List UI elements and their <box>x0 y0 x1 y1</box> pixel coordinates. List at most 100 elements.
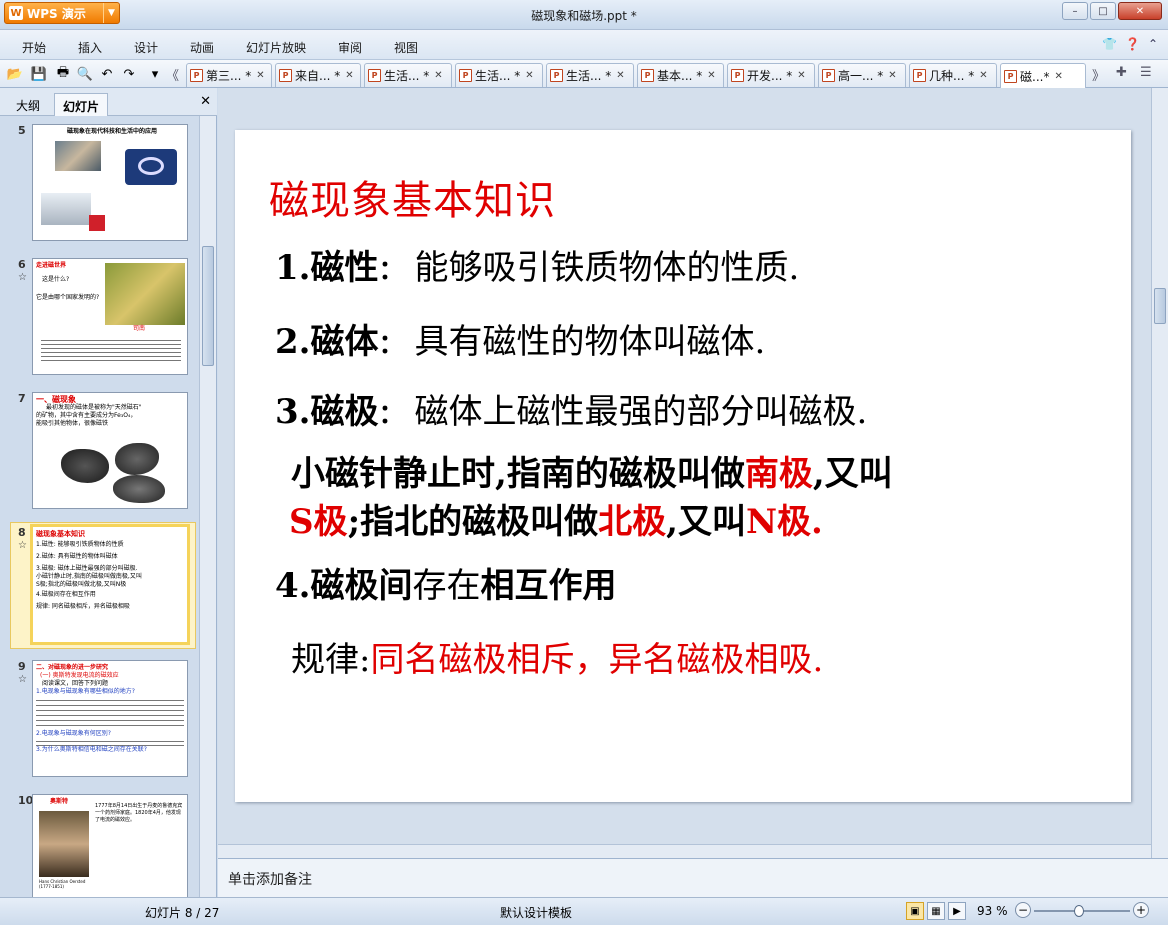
thumb-photo <box>41 193 91 225</box>
point-1[interactable]: 1.磁性： 能够吸引铁质物体的性质. <box>275 240 799 289</box>
customize-toolbar-icon[interactable]: ▾ <box>146 65 164 83</box>
zoom-out-icon[interactable]: − <box>1015 902 1031 918</box>
slide-sorter-view-icon[interactable]: ▦ <box>927 902 945 920</box>
minimize-button[interactable]: – <box>1062 2 1088 20</box>
thumb-caption: Hans Christian Oersted (1777-1851) <box>39 879 86 889</box>
colon: ： <box>378 330 405 360</box>
help-icon[interactable]: ❓ <box>1125 37 1140 51</box>
slide-title[interactable]: 磁现象基本知识 <box>269 168 556 226</box>
thumb-caption: 司南 <box>133 325 146 332</box>
thumb-title: 磁现象基本知识 <box>36 530 85 538</box>
tab-slides[interactable]: 幻灯片 <box>54 93 109 116</box>
open-folder-icon[interactable]: 📂 <box>6 65 24 83</box>
close-tab-icon[interactable]: ✕ <box>979 70 987 81</box>
redo-icon[interactable]: ↷ <box>120 65 138 83</box>
tab-document-1[interactable]: P 第三... * ✕ <box>186 63 272 87</box>
horizontal-scrollbar[interactable] <box>218 844 1151 858</box>
slide-number: 6 <box>18 258 26 271</box>
menu-bar: 开始 插入 设计 动画 幻灯片放映 审阅 视图 👕 ❓ ⌃ <box>0 30 1168 60</box>
text: ;指北的磁极叫做 <box>347 502 599 542</box>
zoom-in-icon[interactable]: + <box>1133 902 1149 918</box>
thumb-text: 阅读课文，回答下列问题 <box>42 680 109 687</box>
ppt-file-icon: P <box>1004 69 1017 83</box>
tab-label: 开发... * <box>747 69 793 83</box>
skin-icon[interactable]: 👕 <box>1102 37 1117 51</box>
tab-scroll-left-icon[interactable]: 《 <box>166 65 179 84</box>
close-tab-icon[interactable]: ✕ <box>434 70 442 81</box>
close-tab-icon[interactable]: ✕ <box>525 70 533 81</box>
scrollbar-thumb[interactable] <box>1154 288 1166 324</box>
save-icon[interactable]: 💾 <box>30 65 48 83</box>
close-tab-icon[interactable]: ✕ <box>797 70 805 81</box>
rule-line[interactable]: 规律:同名磁极相斥，异名磁极相吸. <box>291 632 823 681</box>
point-2[interactable]: 2.磁体： 具有磁性的物体叫磁体. <box>275 314 765 363</box>
thumbnail-scrollbar[interactable] <box>199 116 216 897</box>
menu-item-design[interactable]: 设计 <box>134 39 158 56</box>
tab-document-8[interactable]: P 高一... * ✕ <box>818 63 906 87</box>
n-pole-text: N极. <box>745 502 823 542</box>
close-tab-icon[interactable]: ✕ <box>616 70 624 81</box>
close-tab-icon[interactable]: ✕ <box>345 70 353 81</box>
tab-document-2[interactable]: P 来自... * ✕ <box>275 63 361 87</box>
print-preview-icon[interactable]: 🔍 <box>76 65 94 83</box>
normal-view-icon[interactable]: ▣ <box>906 902 924 920</box>
thumb-photo <box>113 475 165 503</box>
tab-scroll-right-icon[interactable]: 》 <box>1092 65 1105 84</box>
menu-item-start[interactable]: 开始 <box>22 39 46 56</box>
tab-document-4[interactable]: P 生活... * ✕ <box>455 63 543 87</box>
menu-item-insert[interactable]: 插入 <box>78 39 102 56</box>
thumb-text: 1777年8月14日出生于丹麦的鲁德克宾一个药剂师家庭。1820年4月，他发现了… <box>95 803 183 823</box>
tab-document-7[interactable]: P 开发... * ✕ <box>727 63 815 87</box>
vertical-scrollbar[interactable] <box>1151 88 1168 858</box>
zoom-level[interactable]: 93 % <box>977 904 1008 918</box>
compass-line-1[interactable]: 小磁针静止时,指南的磁极叫做南极,又叫 <box>291 446 893 495</box>
compass-line-2[interactable]: S极;指北的磁极叫做北极,又叫N极. <box>289 494 823 543</box>
tab-document-3[interactable]: P 生活... * ✕ <box>364 63 452 87</box>
scrollbar-thumb[interactable] <box>202 246 214 366</box>
tab-list-icon[interactable]: ☰ <box>1140 65 1152 80</box>
close-tab-icon[interactable]: ✕ <box>888 70 896 81</box>
close-tab-icon[interactable]: ✕ <box>707 70 715 81</box>
tab-outline[interactable]: 大纲 <box>8 93 48 116</box>
zoom-slider-knob[interactable] <box>1073 905 1084 917</box>
slide-counter: 幻灯片 8 / 27 <box>145 906 220 920</box>
notes-placeholder: 单击添加备注 <box>228 872 312 888</box>
close-panel-icon[interactable]: ✕ <box>200 94 211 109</box>
ppt-file-icon: P <box>731 69 744 82</box>
tab-document-5[interactable]: P 生活... * ✕ <box>546 63 634 87</box>
text: ,又叫 <box>666 502 746 542</box>
close-tab-icon[interactable]: ✕ <box>256 70 264 81</box>
thumb-photo <box>115 443 159 475</box>
zoom-slider[interactable] <box>1034 905 1130 917</box>
slide-number: 8 <box>18 526 26 539</box>
close-tab-icon[interactable]: ✕ <box>1054 71 1062 82</box>
undo-icon[interactable]: ↶ <box>98 65 116 83</box>
point-4[interactable]: 4.磁极间存在相互作用 <box>275 558 617 607</box>
thumb-text: S极;指北的磁极叫做北极,又叫N极 <box>36 581 127 588</box>
menu-item-view[interactable]: 视图 <box>394 39 418 56</box>
close-button[interactable]: ✕ <box>1118 2 1162 20</box>
menu-item-animation[interactable]: 动画 <box>190 39 214 56</box>
slide-canvas[interactable]: 磁现象基本知识 1.磁性： 能够吸引铁质物体的性质. 2.磁体： 具有磁性的物体叫磁… <box>235 130 1131 802</box>
maximize-button[interactable]: □ <box>1090 2 1116 20</box>
print-icon[interactable]: 🖶 <box>54 65 72 83</box>
template-name[interactable]: 默认设计模板 <box>500 904 572 921</box>
notes-pane[interactable]: 单击添加备注 <box>218 858 1168 897</box>
new-tab-icon[interactable]: ✚ <box>1116 65 1127 80</box>
thumb-body-text <box>36 738 184 746</box>
tab-label: 高一... * <box>838 69 884 83</box>
tab-document-9[interactable]: P 几种... * ✕ <box>909 63 997 87</box>
thumb-photo <box>125 149 177 185</box>
tab-document-active[interactable]: P 磁...* ✕ <box>1000 63 1086 88</box>
menu-item-slideshow[interactable]: 幻灯片放映 <box>246 39 306 56</box>
slideshow-view-icon[interactable]: ▶ <box>948 902 966 920</box>
tab-label: 基本... * <box>657 69 703 83</box>
menu-item-review[interactable]: 审阅 <box>338 39 362 56</box>
ppt-file-icon: P <box>822 69 835 82</box>
point-3[interactable]: 3.磁极： 磁体上磁性最强的部分叫磁极. <box>275 384 867 433</box>
colon: ： <box>378 400 405 430</box>
minimize-ribbon-icon[interactable]: ⌃ <box>1148 37 1158 51</box>
portrait-photo <box>39 811 89 877</box>
point-3-heading: 3.磁极 <box>275 392 379 432</box>
tab-document-6[interactable]: P 基本... * ✕ <box>637 63 724 87</box>
